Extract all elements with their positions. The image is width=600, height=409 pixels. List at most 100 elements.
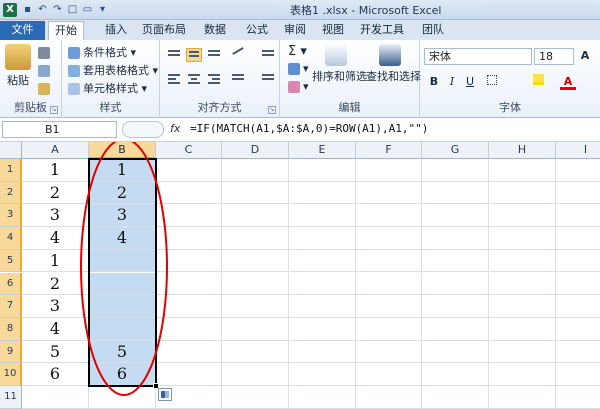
cell-g3[interactable]	[422, 204, 489, 228]
fx-icon[interactable]: fx	[170, 122, 180, 135]
paste-button[interactable]: 粘贴	[5, 44, 31, 88]
column-header-d[interactable]: D	[222, 142, 289, 159]
cell-i8[interactable]	[556, 318, 600, 341]
cell-a10[interactable]: 6	[22, 363, 89, 386]
fill-color-button[interactable]	[530, 74, 546, 90]
tab-review[interactable]: 审阅	[278, 21, 312, 40]
cell-i1[interactable]	[556, 159, 600, 182]
cell-i10[interactable]	[556, 363, 600, 386]
cell-e6[interactable]	[289, 272, 356, 296]
formula-input[interactable]: =IF(MATCH(A1,$A:$A,0)=ROW(A1),A1,"")	[190, 122, 428, 135]
cell-i7[interactable]	[556, 295, 600, 318]
column-header-c[interactable]: C	[156, 142, 222, 159]
cell-b11[interactable]	[89, 386, 156, 409]
cell-g9[interactable]	[422, 340, 489, 364]
tab-data[interactable]: 数据	[198, 21, 232, 40]
wrap-text-button[interactable]	[260, 48, 276, 62]
cut-button[interactable]	[38, 46, 53, 59]
cell-e4[interactable]	[289, 227, 356, 250]
cell-e5[interactable]	[289, 249, 356, 273]
cell-f7[interactable]	[356, 295, 422, 318]
excel-app-icon[interactable]: X	[3, 3, 17, 17]
cell-d8[interactable]	[222, 317, 289, 341]
cell-h4[interactable]	[489, 227, 556, 250]
row-header-11[interactable]: 11	[0, 386, 22, 409]
cell-h6[interactable]	[489, 272, 556, 296]
tab-home[interactable]: 开始	[48, 21, 84, 40]
cell-d4[interactable]	[222, 227, 289, 250]
row-header-9[interactable]: 9	[0, 340, 22, 364]
cell-g1[interactable]	[422, 159, 489, 182]
cell-g7[interactable]	[422, 295, 489, 318]
row-header-3[interactable]: 3	[0, 204, 22, 228]
orientation-button[interactable]	[230, 47, 246, 62]
fill-button[interactable]: ▾	[288, 62, 309, 75]
find-select-button[interactable]: 查找和选择	[366, 44, 421, 84]
cell-i6[interactable]	[556, 273, 600, 296]
column-header-h[interactable]: H	[489, 142, 556, 159]
cell-c10[interactable]	[156, 363, 222, 386]
cell-d2[interactable]	[222, 181, 289, 205]
row-header-7[interactable]: 7	[0, 295, 22, 318]
dialog-launcher-icon[interactable]: ↘	[268, 106, 276, 114]
cell-g2[interactable]	[422, 181, 489, 205]
cell-a3[interactable]: 3	[22, 204, 89, 228]
cell-e10[interactable]	[289, 363, 356, 386]
cell-d3[interactable]	[222, 204, 289, 228]
cell-e11[interactable]	[289, 386, 356, 409]
autosum-button[interactable]: Σ ▾	[288, 44, 307, 59]
cell-i11[interactable]	[556, 386, 600, 409]
cell-i4[interactable]	[556, 227, 600, 250]
cell-d5[interactable]	[222, 249, 289, 273]
cell-i9[interactable]	[556, 341, 600, 364]
cell-f9[interactable]	[356, 340, 422, 364]
cell-c5[interactable]	[156, 249, 222, 273]
cell-g10[interactable]	[422, 363, 489, 386]
cell-f10[interactable]	[356, 363, 422, 386]
cell-styles-button[interactable]: 单元格样式 ▾	[68, 80, 147, 96]
cell-h10[interactable]	[489, 363, 556, 386]
cell-c4[interactable]	[156, 227, 222, 250]
cell-d9[interactable]	[222, 340, 289, 364]
format-painter-button[interactable]	[38, 82, 53, 95]
align-center-button[interactable]	[186, 72, 202, 86]
cell-h9[interactable]	[489, 340, 556, 364]
cell-i3[interactable]	[556, 204, 600, 228]
align-right-button[interactable]	[206, 72, 222, 86]
cell-f2[interactable]	[356, 181, 422, 205]
open-file-icon[interactable]: ▭	[81, 3, 94, 16]
cell-c1[interactable]	[156, 159, 222, 182]
align-top-button[interactable]	[166, 48, 182, 62]
cell-e3[interactable]	[289, 204, 356, 228]
cell-f4[interactable]	[356, 227, 422, 250]
cell-h8[interactable]	[489, 317, 556, 341]
column-header-a[interactable]: A	[22, 142, 89, 159]
column-header-e[interactable]: E	[289, 142, 356, 159]
autofill-options-icon[interactable]	[158, 388, 172, 401]
row-header-10[interactable]: 10	[0, 363, 22, 386]
align-middle-button[interactable]	[186, 48, 202, 62]
tab-insert[interactable]: 插入	[99, 21, 133, 40]
conditional-format-button[interactable]: 条件格式 ▾	[68, 44, 136, 60]
decrease-indent-button[interactable]	[230, 72, 246, 86]
cell-c7[interactable]	[156, 295, 222, 318]
clear-button[interactable]: ▾	[288, 80, 309, 93]
cell-a11[interactable]	[22, 386, 89, 409]
row-header-5[interactable]: 5	[0, 249, 22, 273]
bold-button[interactable]: B	[426, 74, 442, 90]
save-icon[interactable]: ▪	[21, 3, 34, 16]
align-left-button[interactable]	[166, 72, 182, 86]
column-header-g[interactable]: G	[422, 142, 489, 159]
cell-a4[interactable]: 4	[22, 227, 89, 250]
cell-d1[interactable]	[222, 159, 289, 182]
tab-file[interactable]: 文件	[0, 21, 45, 40]
cell-h7[interactable]	[489, 295, 556, 318]
cell-d6[interactable]	[222, 272, 289, 296]
cell-a6[interactable]: 2	[22, 272, 89, 296]
cell-c2[interactable]	[156, 181, 222, 205]
cell-f3[interactable]	[356, 204, 422, 228]
format-as-table-button[interactable]: 套用表格格式 ▾	[68, 62, 158, 78]
cell-h5[interactable]	[489, 249, 556, 273]
name-box[interactable]: B1	[2, 121, 117, 138]
new-file-icon[interactable]: □	[66, 3, 79, 16]
